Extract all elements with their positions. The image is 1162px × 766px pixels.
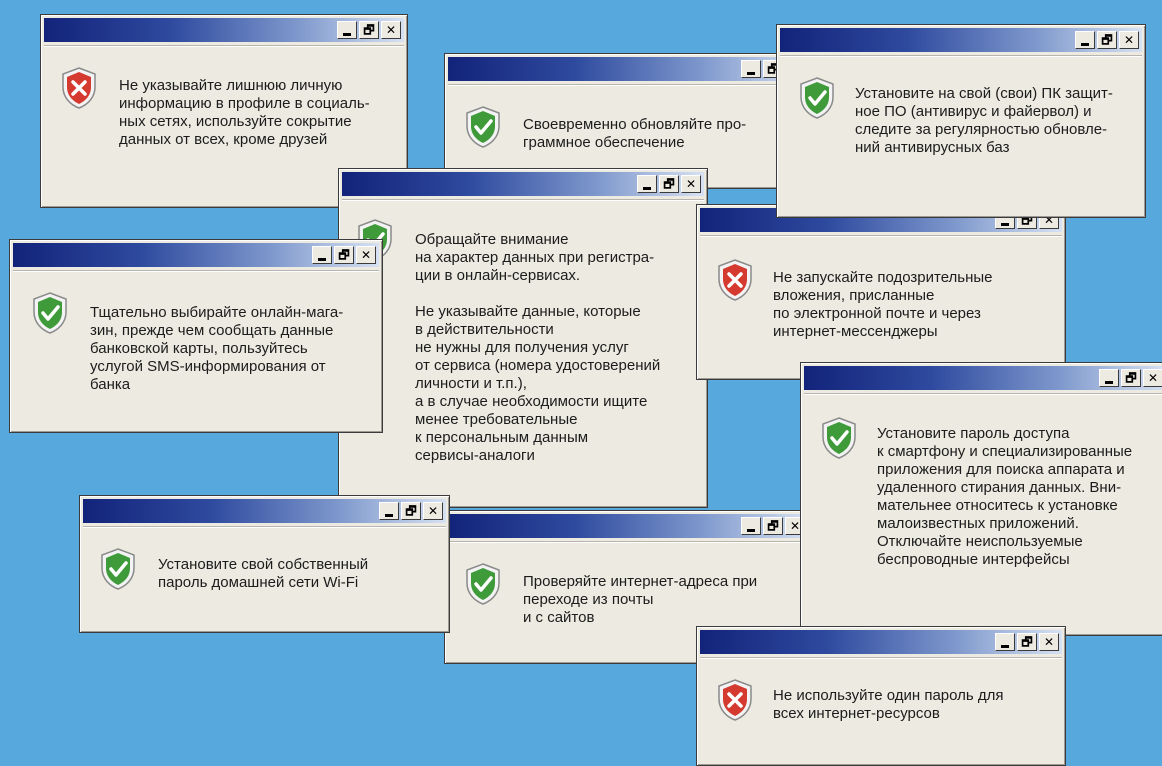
close-icon: ✕ [685, 177, 697, 191]
title-bar[interactable]: 🗗 ✕ [448, 514, 808, 538]
close-button[interactable]: ✕ [1039, 633, 1059, 651]
dialog-window: 🗗 ✕ Установите пароль доступа к смартфон… [800, 362, 1162, 636]
message-text: Тщательно выбирайте онлайн-мага- зин, пр… [90, 304, 344, 393]
restore-button[interactable]: 🗗 [1121, 369, 1141, 387]
minimize-button[interactable] [337, 21, 357, 39]
message-text: Установите на свой (свои) ПК защит- ное … [855, 85, 1113, 156]
close-button[interactable]: ✕ [356, 246, 376, 264]
title-bar[interactable]: 🗗 ✕ [342, 172, 704, 196]
restore-button[interactable]: 🗗 [1017, 633, 1037, 651]
restore-button[interactable]: 🗗 [1097, 31, 1117, 49]
restore-button[interactable]: 🗗 [659, 175, 679, 193]
message-text: Не используйте один пароль для всех инте… [773, 687, 1004, 722]
message-text: Не запускайте подозрительные вложения, п… [773, 269, 993, 340]
dialog-window: 🗗 ✕ Установите на свой (свои) ПК защит- … [776, 24, 1146, 218]
close-button[interactable]: ✕ [1119, 31, 1139, 49]
divider [44, 45, 404, 47]
close-button[interactable]: ✕ [381, 21, 401, 39]
minimize-icon [1001, 644, 1009, 648]
restore-button[interactable]: 🗗 [334, 246, 354, 264]
restore-button[interactable]: 🗗 [359, 21, 379, 39]
divider [13, 270, 379, 272]
minimize-button[interactable] [995, 633, 1015, 651]
message-text: Установите пароль доступа к смартфону и … [877, 425, 1133, 568]
title-bar[interactable]: 🗗 ✕ [780, 28, 1142, 52]
minimize-button[interactable] [637, 175, 657, 193]
divider [700, 235, 1062, 237]
restore-icon: 🗗 [1021, 635, 1033, 649]
ok-shield-icon [466, 563, 500, 605]
close-button[interactable]: ✕ [681, 175, 701, 193]
ok-shield-icon [33, 292, 67, 334]
minimize-icon [318, 257, 326, 261]
restore-button[interactable]: 🗗 [401, 502, 421, 520]
minimize-icon [1105, 380, 1113, 384]
minimize-icon [385, 513, 393, 517]
title-bar[interactable]: 🗗 ✕ [13, 243, 379, 267]
close-icon: ✕ [1043, 635, 1055, 649]
ok-shield-icon [800, 77, 834, 119]
minimize-icon [1001, 222, 1009, 226]
close-icon: ✕ [360, 248, 372, 262]
restore-icon: 🗗 [363, 23, 375, 37]
title-bar[interactable]: 🗗 ✕ [83, 499, 446, 523]
close-icon: ✕ [1123, 33, 1135, 47]
warning-shield-icon [718, 679, 752, 721]
close-icon: ✕ [1147, 371, 1159, 385]
divider [804, 393, 1162, 395]
minimize-button[interactable] [312, 246, 332, 264]
restore-icon: 🗗 [1125, 371, 1137, 385]
message-text: Своевременно обновляйте про- граммное об… [523, 116, 747, 151]
ok-shield-icon [101, 548, 135, 590]
close-icon: ✕ [789, 519, 801, 533]
restore-button[interactable]: 🗗 [763, 517, 783, 535]
dialog-window: 🗗 ✕ Обращайте внимание на характер данны… [338, 168, 708, 508]
message-text: Не указывайте лишнюю личную информацию в… [119, 77, 370, 148]
minimize-icon [747, 71, 755, 75]
minimize-icon [747, 528, 755, 532]
title-bar[interactable]: 🗗 ✕ [44, 18, 404, 42]
divider [700, 657, 1062, 659]
minimize-button[interactable] [741, 517, 761, 535]
restore-icon: 🗗 [338, 248, 350, 262]
divider [448, 541, 808, 543]
title-bar[interactable]: 🗗 ✕ [804, 366, 1162, 390]
minimize-button[interactable] [1099, 369, 1119, 387]
close-button[interactable]: ✕ [1143, 369, 1162, 387]
divider [342, 199, 704, 201]
dialog-window: 🗗 ✕ Не используйте один пароль для всех … [696, 626, 1066, 766]
divider [448, 84, 808, 86]
message-text: Обращайте внимание на характер данных пр… [415, 231, 661, 464]
message-text: Установите свой собственный пароль домаш… [158, 556, 369, 591]
restore-icon: 🗗 [767, 519, 779, 533]
minimize-button[interactable] [1075, 31, 1095, 49]
restore-icon: 🗗 [663, 177, 675, 191]
ok-shield-icon [466, 106, 500, 148]
warning-shield-icon [718, 259, 752, 301]
close-button[interactable]: ✕ [423, 502, 443, 520]
warning-shield-icon [62, 67, 96, 109]
restore-icon: 🗗 [1101, 33, 1113, 47]
minimize-icon [643, 186, 651, 190]
dialog-window: 🗗 ✕ Не запускайте подозрительные вложени… [696, 204, 1066, 380]
minimize-icon [1081, 42, 1089, 46]
title-bar[interactable]: 🗗 ✕ [700, 630, 1062, 654]
minimize-button[interactable] [741, 60, 761, 78]
desktop: { "colors": { "desktop": "#57a8dc", "win… [0, 0, 1162, 766]
minimize-button[interactable] [379, 502, 399, 520]
title-bar[interactable]: 🗗 ✕ [448, 57, 808, 81]
ok-shield-icon [822, 417, 856, 459]
divider [83, 526, 446, 528]
dialog-window: 🗗 ✕ Установите свой собственный пароль д… [79, 495, 450, 633]
restore-icon: 🗗 [405, 504, 417, 518]
minimize-icon [343, 32, 351, 36]
close-icon: ✕ [427, 504, 439, 518]
dialog-window: 🗗 ✕ Тщательно выбирайте онлайн-мага- зин… [9, 239, 383, 433]
close-icon: ✕ [385, 23, 397, 37]
message-text: Проверяйте интернет-адреса при переходе … [523, 573, 758, 626]
divider [780, 55, 1142, 57]
